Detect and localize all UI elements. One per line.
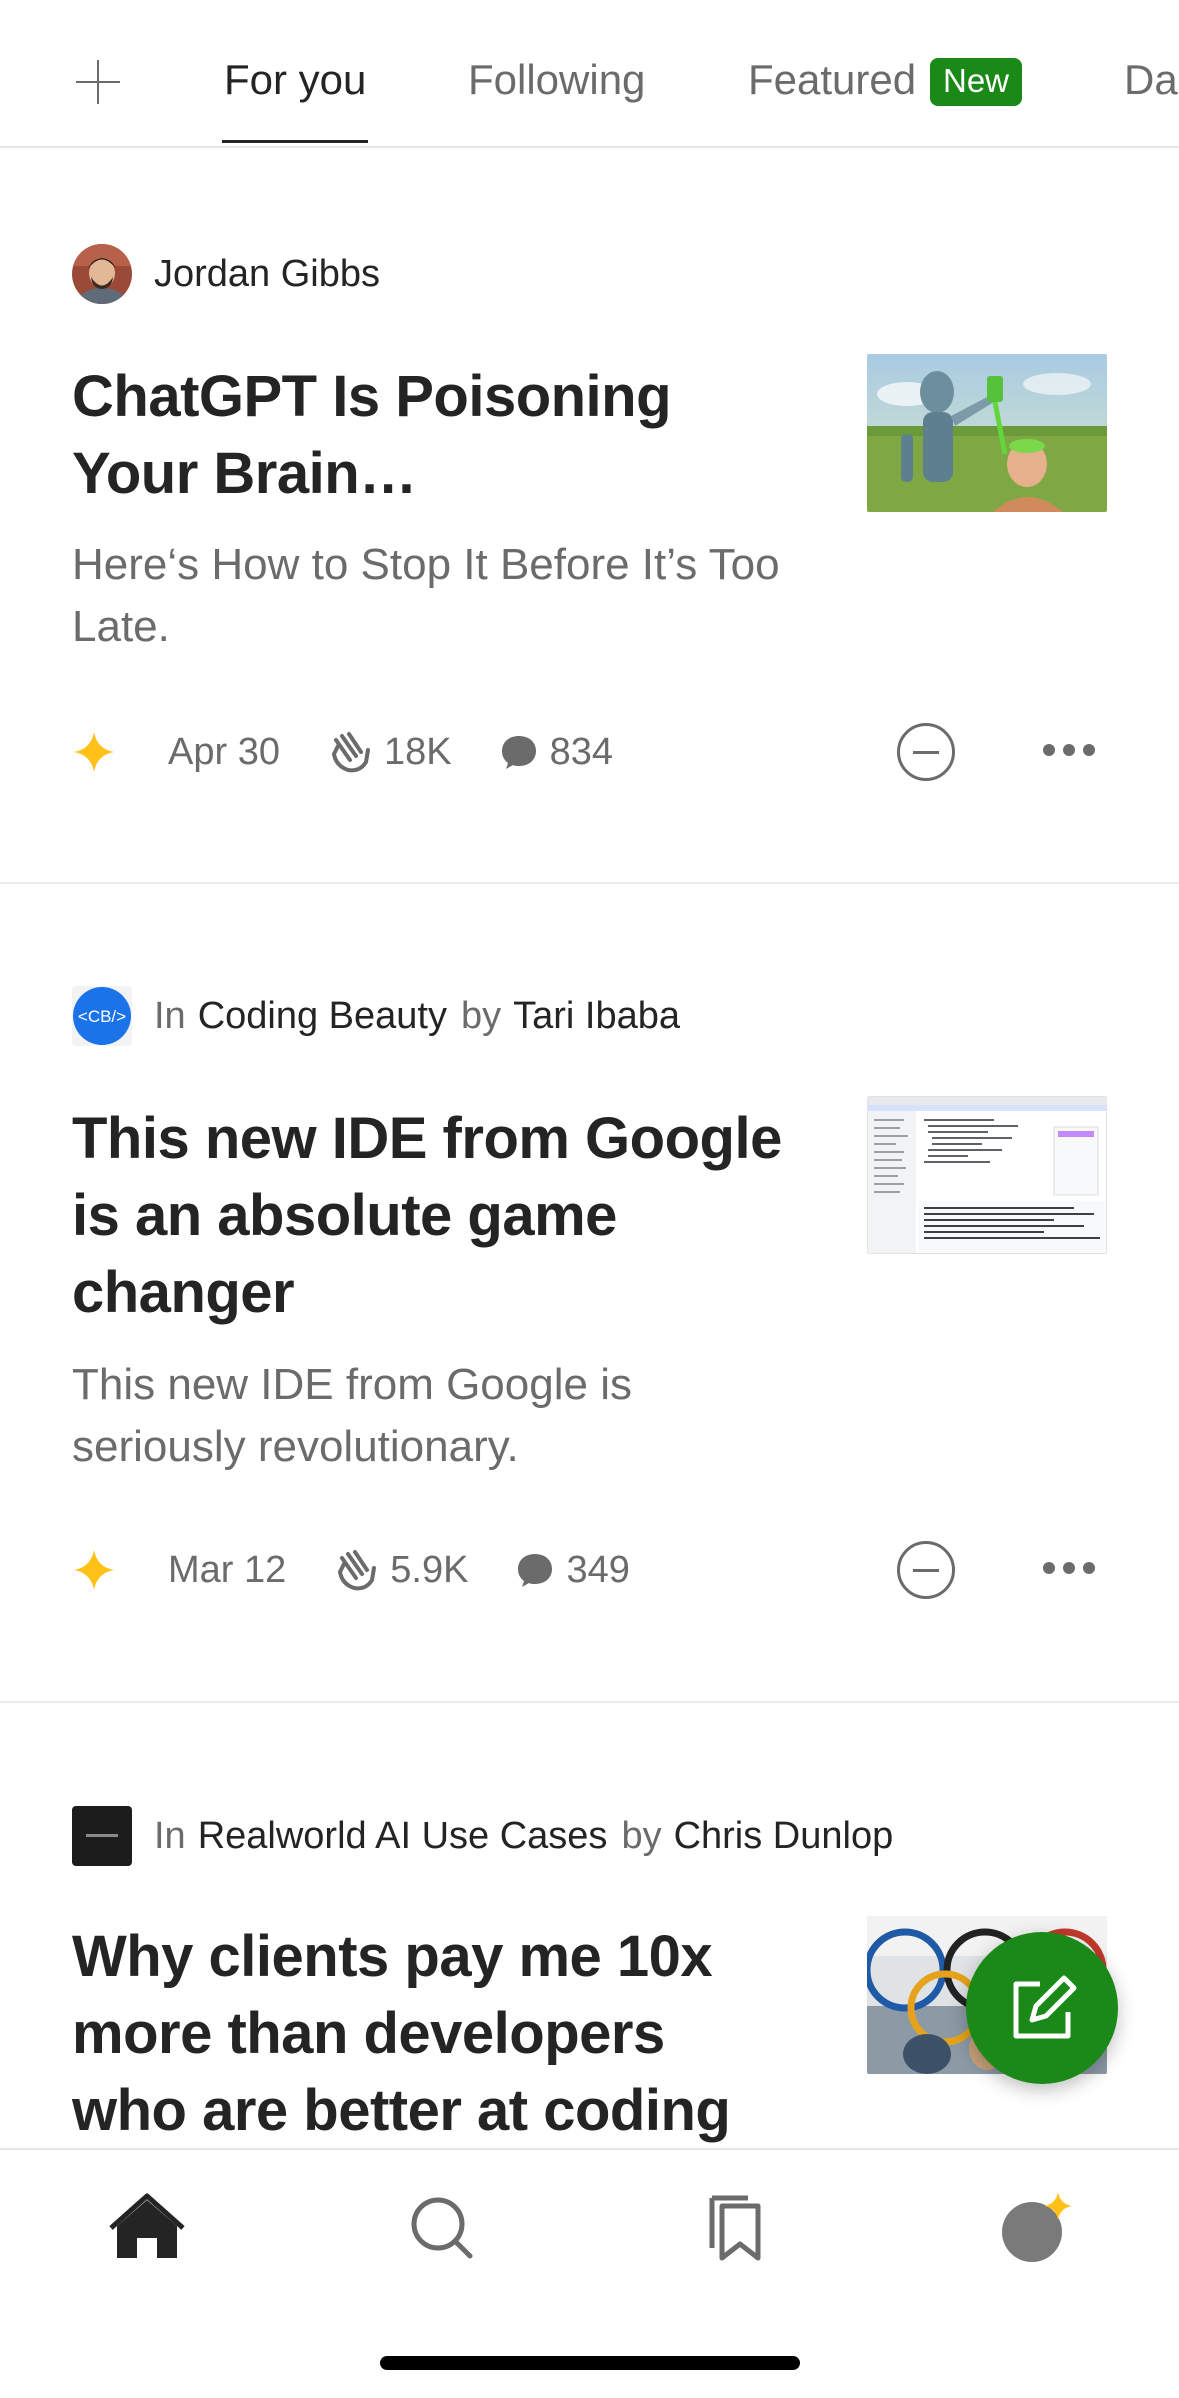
article-thumbnail[interactable] [867, 354, 1107, 512]
response-count: 349 [566, 1548, 630, 1591]
article-subtitle: This new IDE from Google is seriously re… [72, 1360, 632, 1471]
active-tab-indicator [222, 140, 368, 143]
publish-date: Mar 12 [168, 1548, 287, 1591]
add-topic-icon[interactable] [76, 60, 120, 104]
home-icon[interactable] [107, 2188, 187, 2268]
by-label: by [461, 994, 502, 1037]
member-star-icon [74, 1550, 114, 1590]
new-badge: New [930, 58, 1023, 106]
author-name[interactable]: Tari Ibaba [513, 995, 680, 1038]
publication-name[interactable]: Realworld AI Use Cases [198, 1815, 608, 1858]
more-options-button[interactable] [1043, 741, 1099, 761]
article-meta: Apr 30 18K 834 [72, 727, 613, 777]
article-thumbnail[interactable] [867, 1096, 1107, 1254]
in-label: In [154, 994, 186, 1037]
author-avatar[interactable] [72, 244, 132, 304]
publication-name[interactable]: Coding Beauty [198, 995, 447, 1038]
article-title[interactable]: Why clients pay me 10x more than develop… [72, 1918, 792, 2149]
by-label: by [621, 1814, 662, 1857]
responses-icon [518, 1554, 553, 1587]
clap-count: 5.9K [390, 1548, 469, 1591]
bookmarks-icon[interactable] [696, 2188, 776, 2268]
publication-logo-text: <CB/> [78, 1007, 126, 1026]
more-options-button[interactable] [1043, 1559, 1099, 1579]
response-count: 834 [549, 730, 613, 773]
home-indicator [380, 2356, 800, 2370]
profile-icon[interactable] [992, 2188, 1072, 2268]
publish-date: Apr 30 [168, 730, 280, 773]
tab-data[interactable]: Da [1124, 56, 1178, 104]
clap-icon [338, 1550, 377, 1591]
in-label: In [154, 1814, 186, 1857]
write-story-button[interactable] [966, 1932, 1118, 2084]
show-less-button[interactable] [897, 723, 955, 781]
search-icon[interactable] [402, 2188, 482, 2268]
publication-logo[interactable] [72, 1806, 132, 1866]
publication-logo[interactable]: <CB/> [72, 986, 132, 1046]
article-byline: Jordan Gibbs [72, 244, 380, 304]
clap-count: 18K [383, 730, 452, 773]
member-star-icon [74, 732, 114, 772]
tab-featured[interactable]: Featured [748, 56, 916, 104]
article-title[interactable]: This new IDE from Google is an absolute … [72, 1100, 792, 1331]
show-less-button[interactable] [897, 1541, 955, 1599]
compose-icon [1013, 1975, 1077, 2039]
author-name[interactable]: Jordan Gibbs [154, 253, 380, 296]
article-title[interactable]: ChatGPT Is Poisoning Your Brain… [72, 358, 792, 512]
article-byline: <CB/> In Coding Beauty by Tari Ibaba [72, 986, 680, 1046]
tab-for-you[interactable]: For you [224, 56, 366, 104]
feed-tab-bar: For you Following Featured New Da [0, 0, 1179, 148]
clap-icon [331, 732, 370, 773]
author-name[interactable]: Chris Dunlop [674, 1815, 894, 1858]
responses-icon [501, 736, 536, 769]
article-subtitle: Here‘s How to Stop It Before It’s Too La… [72, 540, 780, 651]
article-divider [0, 882, 1179, 884]
article-meta: Mar 12 5.9K 349 [72, 1545, 630, 1595]
article-byline: In Realworld AI Use Cases by Chris Dunlo… [72, 1806, 893, 1866]
tab-following[interactable]: Following [468, 56, 645, 104]
article-divider [0, 1701, 1179, 1703]
